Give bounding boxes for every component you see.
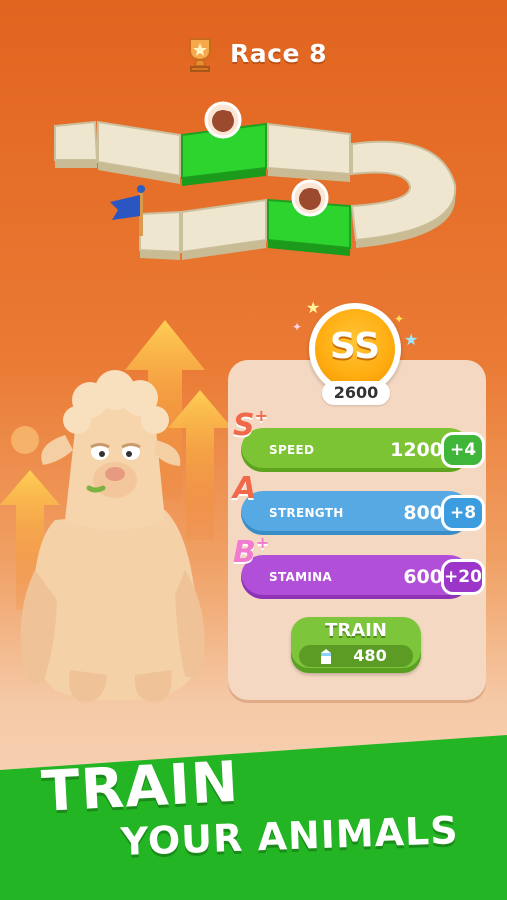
overall-grade: SS bbox=[329, 325, 381, 367]
stat-row-strength: A STRENGTH 800 +8 bbox=[233, 471, 485, 535]
stat-name: SPEED bbox=[269, 443, 315, 457]
stat-grade: S+ bbox=[233, 406, 269, 443]
train-button-label: TRAIN bbox=[325, 620, 387, 641]
train-cost: 480 bbox=[299, 645, 413, 667]
overall-score: 2600 bbox=[322, 381, 390, 405]
game-screen: Race 8 ★ ★ ✦ ✦ SS 2600 S+ SPEED 1200 +4 … bbox=[0, 0, 507, 900]
stat-name: STAMINA bbox=[269, 570, 333, 584]
stat-grade: B+ bbox=[233, 533, 270, 570]
trophy-icon bbox=[189, 38, 211, 72]
animal-token-icon bbox=[204, 101, 242, 139]
stat-grade: A bbox=[233, 471, 257, 506]
stat-name: STRENGTH bbox=[269, 506, 344, 520]
stat-bonus: +4 bbox=[441, 432, 485, 468]
blue-flag-icon bbox=[110, 185, 145, 236]
stat-row-speed: S+ SPEED 1200 +4 bbox=[233, 406, 485, 472]
stat-bonus: +8 bbox=[441, 495, 485, 531]
milk-carton-icon bbox=[321, 649, 331, 664]
llama-character bbox=[20, 370, 205, 702]
animal-token-icon bbox=[291, 179, 329, 217]
train-cost-value: 480 bbox=[353, 646, 387, 665]
race-header: Race 8 bbox=[0, 30, 507, 76]
race-track bbox=[54, 101, 457, 260]
stat-row-stamina: B+ STAMINA 600 +20 bbox=[233, 533, 485, 599]
sparkle-icon: ✦ bbox=[292, 320, 303, 334]
stat-value: 1200 bbox=[390, 439, 443, 461]
stat-value: 800 bbox=[403, 502, 443, 524]
banner-headline: TRAIN bbox=[40, 749, 241, 825]
sparkle-icon: ★ bbox=[404, 330, 419, 349]
stat-value: 600 bbox=[403, 566, 443, 588]
race-title: Race 8 bbox=[230, 38, 327, 68]
stat-bonus: +20 bbox=[441, 559, 485, 595]
train-button[interactable]: TRAIN 480 bbox=[291, 617, 421, 673]
